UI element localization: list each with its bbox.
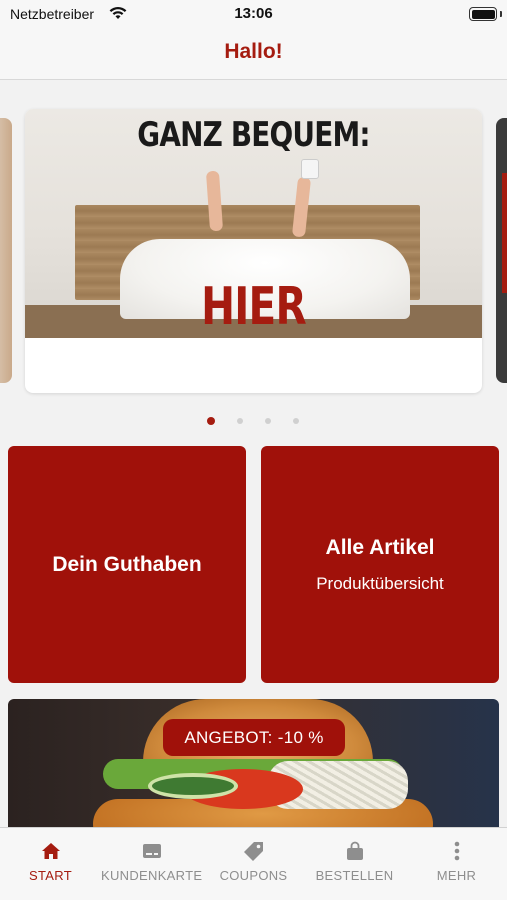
app-header: Hallo! (0, 30, 507, 80)
tag-icon (243, 840, 265, 862)
carousel-next-slide-peek[interactable] (496, 118, 507, 383)
page-dot-1[interactable] (207, 417, 215, 425)
tab-bestellen-label: BESTELLEN (315, 868, 394, 883)
tab-start-label: START (29, 868, 72, 883)
status-bar: Netzbetreiber 13:06 (0, 0, 507, 30)
offer-banner[interactable]: ANGEBOT: -10 % (8, 699, 499, 839)
tab-mehr-label: MEHR (436, 868, 477, 883)
balance-tile[interactable]: Dein Guthaben (8, 446, 246, 683)
carousel-page-indicator[interactable] (0, 417, 507, 426)
carousel-prev-slide-peek[interactable] (0, 118, 12, 383)
page-dot-3[interactable] (265, 418, 271, 424)
tab-mehr[interactable]: MEHR (406, 828, 507, 900)
carousel-slide[interactable]: GANZ BEQUEM: HIER BESTELLEN! (25, 109, 482, 393)
more-icon (446, 840, 468, 862)
tab-kundenkarte[interactable]: KUNDENKARTE (101, 828, 202, 900)
status-time: 13:06 (234, 5, 273, 22)
tab-start[interactable]: START (0, 828, 101, 900)
page-dot-4[interactable] (293, 418, 299, 424)
page-dot-2[interactable] (237, 418, 243, 424)
balance-tile-title: Dein Guthaben (52, 552, 202, 576)
bag-icon (344, 840, 366, 862)
slide-banner-image: GANZ BEQUEM: HIER BESTELLEN! (25, 109, 482, 338)
battery-icon (469, 7, 497, 21)
all-articles-subtitle: Produktübersicht (316, 573, 444, 593)
battery-cap (500, 11, 502, 17)
tab-bar: START KUNDENKARTE COUPONS BESTELLEN MEHR (0, 827, 507, 900)
slide-headline: GANZ BEQUEM: (137, 115, 370, 155)
promo-carousel[interactable]: GANZ BEQUEM: HIER BESTELLEN! (0, 81, 507, 426)
all-articles-tile[interactable]: Alle Artikel Produktübersicht (261, 446, 499, 683)
tab-kundenkarte-label: KUNDENKARTE (101, 868, 203, 883)
all-articles-title: Alle Artikel (325, 535, 435, 559)
tab-bestellen[interactable]: BESTELLEN (304, 828, 405, 900)
slide-call-to-action: HIER BESTELLEN! (120, 277, 388, 338)
card-icon (141, 840, 163, 862)
home-icon (40, 840, 62, 862)
tab-coupons[interactable]: COUPONS (203, 828, 304, 900)
offer-badge: ANGEBOT: -10 % (163, 719, 345, 756)
tab-coupons-label: COUPONS (219, 868, 288, 883)
page-title: Hallo! (224, 40, 283, 63)
